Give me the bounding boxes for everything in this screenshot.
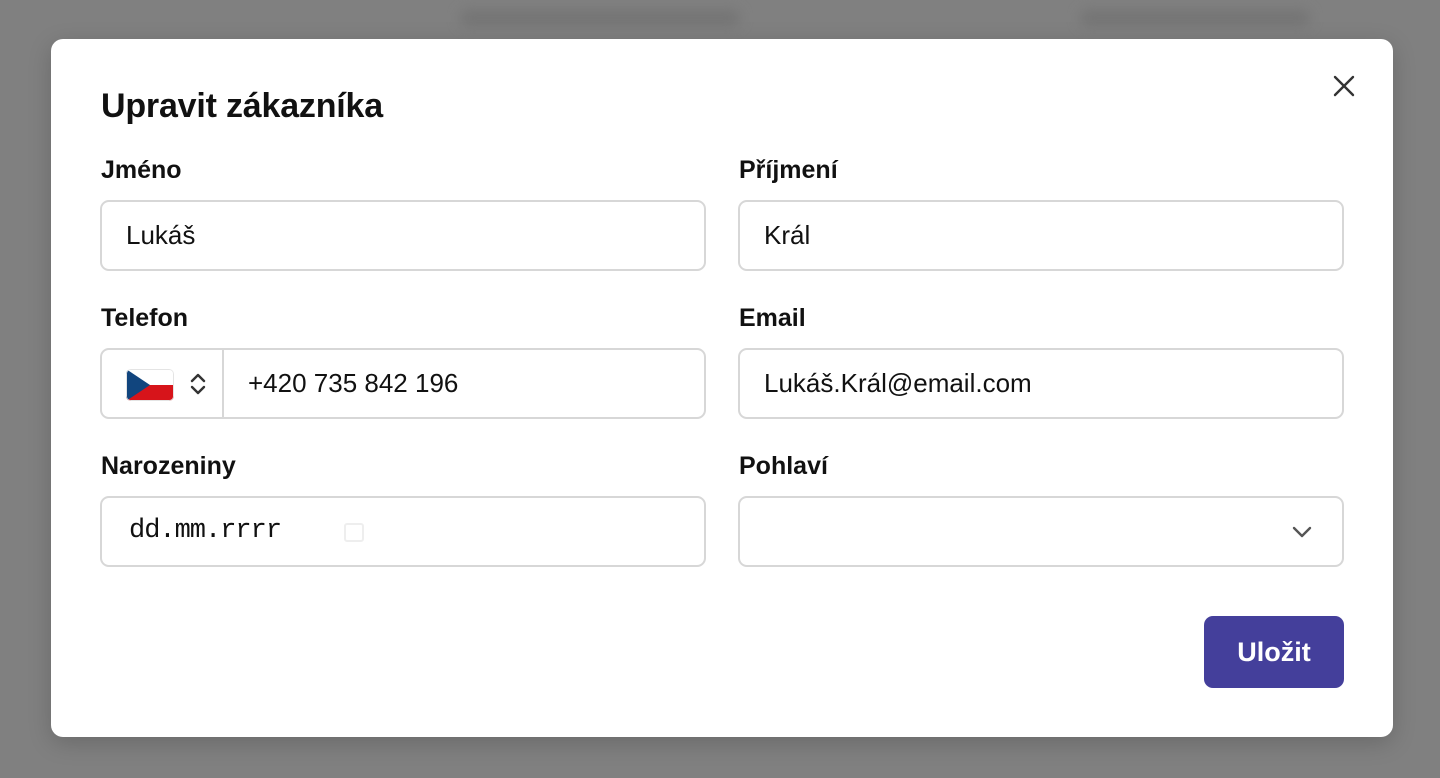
close-button[interactable] — [1327, 69, 1361, 103]
backdrop-text — [1080, 10, 1310, 26]
country-code-select[interactable] — [102, 350, 224, 417]
calendar-icon[interactable] — [344, 523, 364, 542]
birthday-input[interactable]: dd.mm.rrrr — [100, 496, 706, 567]
last-name-input[interactable] — [764, 202, 1314, 269]
gender-label: Pohlaví — [739, 452, 828, 480]
last-name-label: Příjmení — [739, 156, 838, 184]
birthday-placeholder: dd.mm.rrrr — [129, 516, 282, 546]
first-name-input[interactable] — [126, 202, 676, 269]
last-name-field-box — [738, 200, 1344, 271]
close-icon — [1333, 75, 1355, 97]
edit-customer-dialog: Upravit zákazníka Jméno Příjmení Telefon — [51, 39, 1393, 737]
backdrop-text — [460, 10, 740, 26]
chevron-up-down-icon — [190, 373, 206, 395]
email-field-box — [738, 348, 1344, 419]
save-button[interactable]: Uložit — [1204, 616, 1344, 688]
phone-field-box — [100, 348, 706, 419]
phone-input[interactable] — [248, 350, 688, 417]
gender-select[interactable] — [738, 496, 1344, 567]
email-label: Email — [739, 304, 806, 332]
birthday-label: Narozeniny — [101, 452, 236, 480]
first-name-field-box — [100, 200, 706, 271]
czech-flag-icon — [126, 369, 174, 401]
first-name-label: Jméno — [101, 156, 182, 184]
phone-label: Telefon — [101, 304, 189, 332]
email-input[interactable] — [764, 350, 1314, 417]
dialog-title: Upravit zákazníka — [101, 87, 383, 125]
chevron-down-icon — [1292, 526, 1312, 538]
